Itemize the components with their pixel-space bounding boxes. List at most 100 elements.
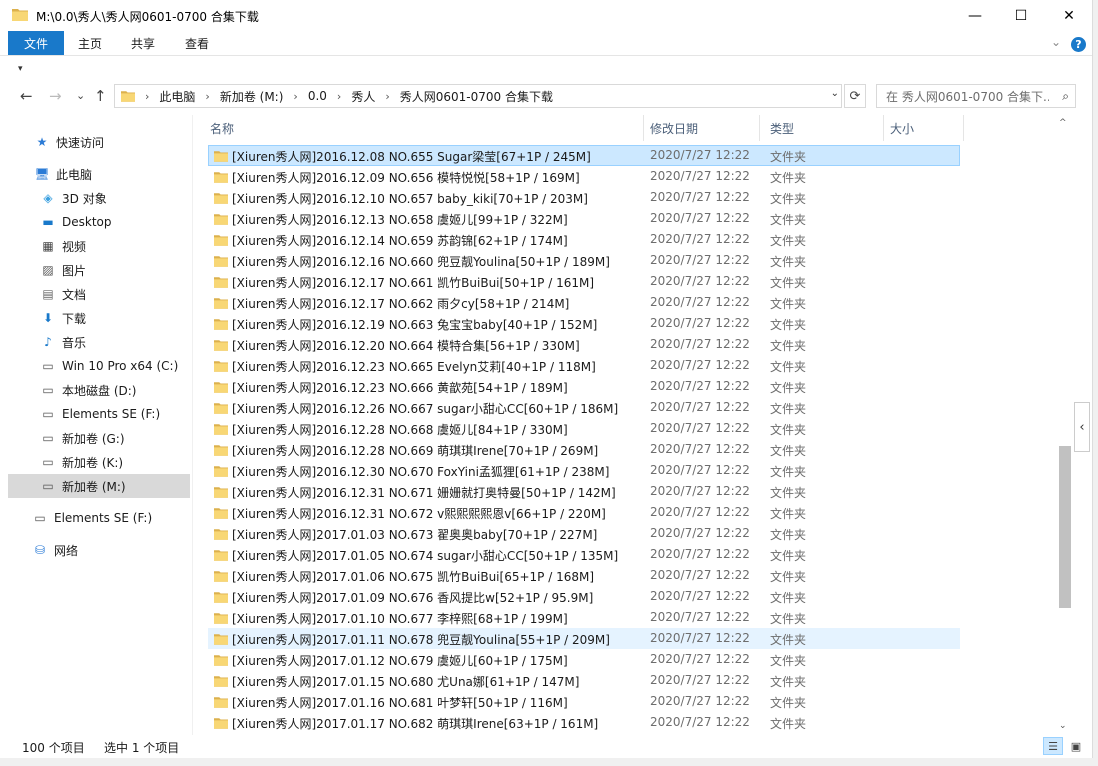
table-row[interactable]: [Xiuren秀人网]2017.01.17 NO.682 萌琪琪Irene[63… bbox=[208, 712, 960, 733]
sidebar-item[interactable]: ▦ 视频 bbox=[8, 234, 190, 258]
column-header-size[interactable]: 大小 bbox=[880, 115, 964, 141]
folder-icon bbox=[214, 487, 228, 498]
sidebar-item[interactable]: ▬ Desktop bbox=[8, 210, 190, 234]
file-date: 2020/7/27 12:22 bbox=[650, 295, 750, 309]
breadcrumb-separator[interactable]: › bbox=[337, 90, 341, 103]
sidebar-item[interactable]: ▭ Elements SE (F:) bbox=[8, 402, 190, 426]
table-row[interactable]: [Xiuren秀人网]2016.12.31 NO.671 姗姗就打奥特曼[50+… bbox=[208, 481, 960, 502]
breadcrumb-separator[interactable]: › bbox=[145, 90, 149, 103]
tab-share[interactable]: 共享 bbox=[122, 31, 164, 55]
table-row[interactable]: [Xiuren秀人网]2017.01.05 NO.674 sugar小甜心CC[… bbox=[208, 544, 960, 565]
recent-locations-button[interactable]: ⌄ bbox=[76, 89, 85, 102]
table-row[interactable]: [Xiuren秀人网]2016.12.28 NO.669 萌琪琪Irene[70… bbox=[208, 439, 960, 460]
breadcrumb-current[interactable]: 秀人网0601-0700 合集下载 bbox=[400, 88, 553, 105]
table-row[interactable]: [Xiuren秀人网]2017.01.12 NO.679 虞姬儿[60+1P /… bbox=[208, 649, 960, 670]
sidebar-item[interactable]: ▭ 新加卷 (G:) bbox=[8, 426, 190, 450]
sidebar-item[interactable]: ▨ 图片 bbox=[8, 258, 190, 282]
table-row[interactable]: [Xiuren秀人网]2016.12.23 NO.665 Evelyn艾莉[40… bbox=[208, 355, 960, 376]
breadcrumb-this-pc[interactable]: 此电脑 bbox=[159, 88, 195, 105]
file-name: [Xiuren秀人网]2016.12.17 NO.662 雨夕cy[58+1P … bbox=[232, 297, 570, 311]
table-row[interactable]: [Xiuren秀人网]2016.12.19 NO.663 兔宝宝baby[40+… bbox=[208, 313, 960, 334]
sidebar-item[interactable]: ▤ 文档 bbox=[8, 282, 190, 306]
table-row[interactable]: [Xiuren秀人网]2017.01.09 NO.676 香风提比w[52+1P… bbox=[208, 586, 960, 607]
file-name: [Xiuren秀人网]2017.01.10 NO.677 李梓熙[68+1P /… bbox=[232, 612, 568, 626]
star-icon: ★ bbox=[36, 135, 48, 149]
table-row[interactable]: [Xiuren秀人网]2017.01.10 NO.677 李梓熙[68+1P /… bbox=[208, 607, 960, 628]
sidebar-item[interactable]: 🖥 此电脑 bbox=[8, 162, 190, 186]
column-header-date[interactable]: 修改日期 bbox=[640, 115, 760, 141]
breadcrumb-folder[interactable]: 秀人 bbox=[351, 88, 375, 105]
table-row[interactable]: [Xiuren秀人网]2017.01.11 NO.678 兜豆靓Youlina[… bbox=[208, 628, 960, 649]
sidebar-item[interactable]: ▭ 本地磁盘 (D:) bbox=[8, 378, 190, 402]
sidebar-item-label: Elements SE (F:) bbox=[62, 407, 161, 421]
up-button[interactable]: ↑ bbox=[94, 87, 107, 105]
sidebar-item[interactable]: ◈ 3D 对象 bbox=[8, 186, 190, 210]
large-icons-view-icon[interactable]: ▣ bbox=[1066, 737, 1086, 755]
sidebar-item[interactable]: ⛁ 网络 bbox=[8, 538, 190, 562]
address-dropdown-icon[interactable]: ⌄ bbox=[831, 88, 839, 99]
breadcrumb-separator[interactable]: › bbox=[205, 90, 209, 103]
file-date: 2020/7/27 12:22 bbox=[650, 631, 750, 645]
column-header-type[interactable]: 类型 bbox=[760, 115, 884, 141]
table-row[interactable]: [Xiuren秀人网]2016.12.17 NO.662 雨夕cy[58+1P … bbox=[208, 292, 960, 313]
table-row[interactable]: [Xiuren秀人网]2016.12.31 NO.672 v熙熙熙熙恩v[66+… bbox=[208, 502, 960, 523]
sidebar-item[interactable]: ⬇ 下载 bbox=[8, 306, 190, 330]
table-row[interactable]: [Xiuren秀人网]2017.01.15 NO.680 尤Una娜[61+1P… bbox=[208, 670, 960, 691]
sidebar-item[interactable]: ▭ Win 10 Pro x64 (C:) bbox=[8, 354, 190, 378]
table-row[interactable]: [Xiuren秀人网]2016.12.08 NO.655 Sugar梁莹[67+… bbox=[208, 145, 960, 166]
minimize-button[interactable]: — bbox=[952, 0, 998, 31]
back-button[interactable]: ← bbox=[20, 87, 33, 105]
refresh-button[interactable]: ⟳ bbox=[844, 84, 866, 108]
table-row[interactable]: [Xiuren秀人网]2017.01.03 NO.673 翟奥奥baby[70+… bbox=[208, 523, 960, 544]
sidebar-item[interactable]: ▭ 新加卷 (K:) bbox=[8, 450, 190, 474]
scroll-thumb[interactable] bbox=[1059, 446, 1071, 608]
breadcrumb-folder[interactable]: 0.0 bbox=[308, 89, 327, 103]
file-type: 文件夹 bbox=[770, 486, 807, 500]
breadcrumb-separator[interactable]: › bbox=[385, 90, 389, 103]
close-button[interactable]: ✕ bbox=[1046, 0, 1092, 31]
search-input[interactable]: 在 秀人网0601-0700 合集下... ⌕ bbox=[876, 84, 1076, 108]
collapse-pane-icon[interactable]: ‹ bbox=[1074, 402, 1090, 452]
table-row[interactable]: [Xiuren秀人网]2017.01.06 NO.675 凯竹BuiBui[65… bbox=[208, 565, 960, 586]
drive-icon: ▭ bbox=[42, 455, 54, 469]
table-row[interactable]: [Xiuren秀人网]2016.12.09 NO.656 模特悦悦[58+1P … bbox=[208, 166, 960, 187]
forward-button[interactable]: → bbox=[49, 87, 62, 105]
table-row[interactable]: [Xiuren秀人网]2016.12.13 NO.658 虞姬儿[99+1P /… bbox=[208, 208, 960, 229]
folder-icon bbox=[214, 529, 228, 540]
help-icon[interactable]: ? bbox=[1071, 37, 1086, 52]
sidebar-item[interactable]: ♪ 音乐 bbox=[8, 330, 190, 354]
breadcrumb-separator[interactable]: › bbox=[293, 90, 297, 103]
file-date: 2020/7/27 12:22 bbox=[650, 337, 750, 351]
table-row[interactable]: [Xiuren秀人网]2016.12.20 NO.664 模特合集[56+1P … bbox=[208, 334, 960, 355]
breadcrumb-drive[interactable]: 新加卷 (M:) bbox=[220, 88, 284, 105]
tab-file[interactable]: 文件 bbox=[8, 31, 64, 55]
scroll-down-arrow-icon[interactable]: ⌄ bbox=[1059, 721, 1067, 731]
details-view-icon[interactable]: ☰ bbox=[1043, 737, 1063, 755]
tab-view[interactable]: 查看 bbox=[176, 31, 218, 55]
table-row[interactable]: [Xiuren秀人网]2016.12.30 NO.670 FoxYini孟狐狸[… bbox=[208, 460, 960, 481]
table-row[interactable]: [Xiuren秀人网]2016.12.16 NO.660 兜豆靓Youlina[… bbox=[208, 250, 960, 271]
address-bar[interactable]: › 此电脑 › 新加卷 (M:) › 0.0 › 秀人 › 秀人网0601-07… bbox=[114, 84, 842, 108]
ribbon-expand-icon[interactable]: ⌄ bbox=[1051, 35, 1061, 49]
search-icon[interactable]: ⌕ bbox=[1062, 89, 1069, 104]
table-row[interactable]: [Xiuren秀人网]2016.12.28 NO.668 虞姬儿[84+1P /… bbox=[208, 418, 960, 439]
file-name: [Xiuren秀人网]2016.12.16 NO.660 兜豆靓Youlina[… bbox=[232, 255, 610, 269]
maximize-button[interactable]: ☐ bbox=[998, 0, 1044, 31]
table-row[interactable]: [Xiuren秀人网]2016.12.10 NO.657 baby_kiki[7… bbox=[208, 187, 960, 208]
navigation-pane: ★ 快速访问 🖥 此电脑 ◈ 3D 对象 ▬ Desktop ▦ 视频 ▨ 图片 ▤ 文档 ⬇ 下载 ♪ 音乐 ▭ W… bbox=[8, 115, 192, 735]
scroll-up-arrow-icon[interactable]: ^ bbox=[1059, 118, 1067, 128]
table-row[interactable]: [Xiuren秀人网]2017.01.16 NO.681 叶梦轩[50+1P /… bbox=[208, 691, 960, 712]
column-header-name[interactable]: 名称 bbox=[200, 115, 644, 141]
customize-toolbar-icon[interactable]: ▾ bbox=[18, 64, 23, 74]
tab-home[interactable]: 主页 bbox=[70, 31, 110, 55]
sidebar-item[interactable]: ▭ 新加卷 (M:) bbox=[8, 474, 190, 498]
table-row[interactable]: [Xiuren秀人网]2016.12.23 NO.666 黄歆苑[54+1P /… bbox=[208, 376, 960, 397]
status-bar: 100 个项目 选中 1 个项目 ☰ ▣ bbox=[0, 735, 1092, 758]
pane-divider[interactable] bbox=[192, 115, 193, 735]
vertical-scrollbar[interactable]: ^ ⌄ bbox=[1056, 115, 1073, 735]
sidebar-item[interactable]: ▭ Elements SE (F:) bbox=[8, 506, 190, 530]
table-row[interactable]: [Xiuren秀人网]2016.12.17 NO.661 凯竹BuiBui[50… bbox=[208, 271, 960, 292]
table-row[interactable]: [Xiuren秀人网]2016.12.14 NO.659 苏韵锦[62+1P /… bbox=[208, 229, 960, 250]
sidebar-item[interactable]: ★ 快速访问 bbox=[8, 130, 190, 154]
table-row[interactable]: [Xiuren秀人网]2016.12.26 NO.667 sugar小甜心CC[… bbox=[208, 397, 960, 418]
